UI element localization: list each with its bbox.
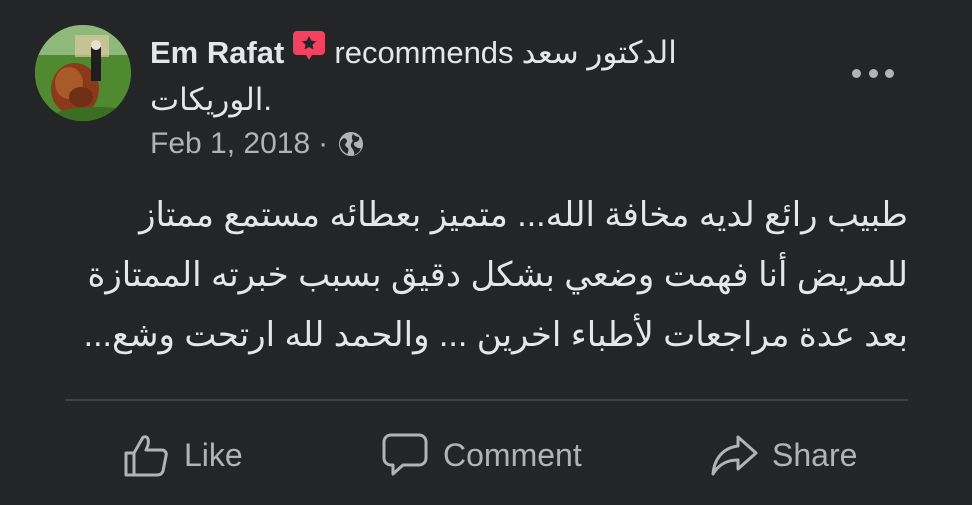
more-horizontal-icon: [885, 68, 894, 78]
globe-icon: [338, 131, 364, 157]
thumbs-up-icon: [124, 435, 168, 477]
post-meta: Feb 1, 2018 ·: [150, 127, 364, 161]
comment-label: Comment: [443, 436, 582, 473]
more-horizontal-icon: [852, 68, 861, 78]
like-button[interactable]: Like: [122, 420, 243, 490]
speech-bubble-icon: [382, 433, 428, 476]
share-button[interactable]: Share: [710, 420, 857, 490]
page-name[interactable]: الدكتور سعد: [522, 35, 677, 71]
meta-separator: ·: [318, 127, 329, 160]
author-name[interactable]: Em Rafat: [150, 35, 284, 71]
share-label: Share: [772, 436, 858, 473]
post-date[interactable]: Feb 1, 2018: [150, 127, 310, 161]
avatar[interactable]: [35, 25, 131, 121]
recommendation-post: Em Rafat recommends الدكتور سعد .الوريكا…: [0, 0, 972, 505]
more-options-button[interactable]: [848, 58, 898, 88]
post-body[interactable]: طبيب رائع لديه مخافة الله... متميز بعطائ…: [30, 185, 908, 365]
recommends-text: recommends: [334, 35, 514, 70]
post-body-line: للمريض أنا فهمت وضعي بشكل دقيق بسبب خبرت…: [87, 256, 908, 294]
like-label: Like: [184, 436, 243, 473]
post-body-line: بعد عدة مراجعات لأطباء اخرين ... والحمد …: [83, 316, 908, 354]
divider: [65, 399, 908, 401]
recommend-badge-icon: [292, 29, 326, 65]
comment-button[interactable]: Comment: [381, 420, 582, 490]
action-bar: Like Comment Share: [0, 420, 972, 490]
more-horizontal-icon: [868, 68, 878, 78]
page-name-continuation[interactable]: .الوريكات: [150, 82, 272, 118]
share-arrow-icon: [711, 435, 758, 476]
post-header: Em Rafat recommends الدكتور سعد: [150, 30, 677, 76]
post-body-line: طبيب رائع لديه مخافة الله... متميز بعطائ…: [139, 196, 908, 234]
avatar-photo: [35, 25, 131, 121]
